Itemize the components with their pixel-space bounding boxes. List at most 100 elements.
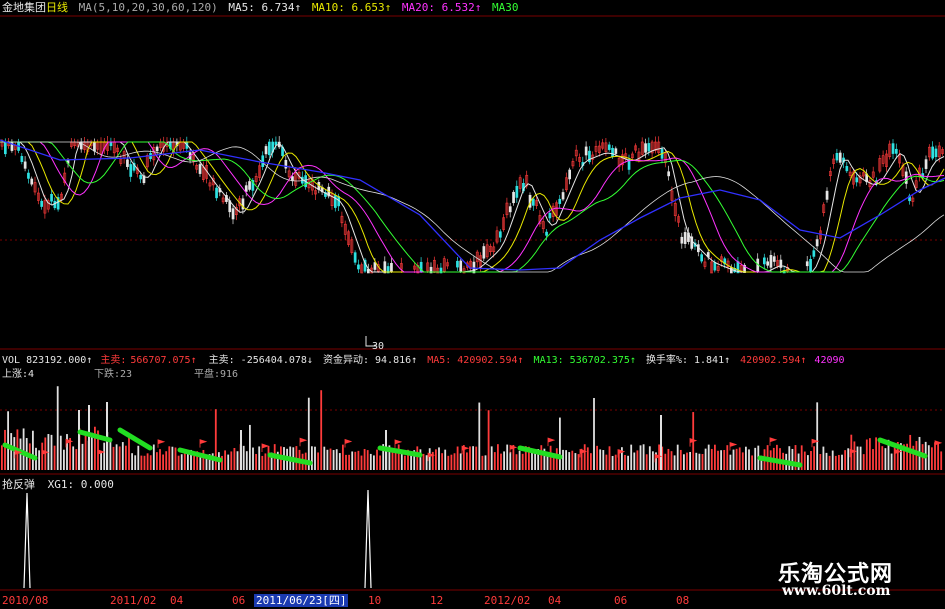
volume-bar	[689, 451, 691, 470]
candle-body	[644, 143, 647, 153]
candle-body	[456, 260, 459, 268]
volume-bar	[106, 402, 108, 470]
watermark-url: www.60lt.com	[782, 583, 891, 599]
chart-canvas[interactable]	[0, 0, 945, 609]
volume-bar	[441, 453, 443, 470]
volume-bar	[59, 435, 62, 470]
volume-bar	[125, 445, 127, 470]
volume-bar	[732, 449, 735, 470]
volume-ma-line	[757, 455, 803, 468]
date-label: 06	[232, 594, 246, 607]
candle-body	[139, 175, 143, 180]
signal-flag	[547, 437, 556, 447]
date-label: 08	[676, 594, 690, 607]
candle-body	[700, 254, 703, 262]
volume-bar	[90, 432, 93, 470]
candle-body	[545, 231, 548, 236]
breadth-flat: 平盘:916	[194, 369, 239, 380]
breadth-up: 上涨:4	[2, 369, 35, 380]
volume-bar	[549, 445, 552, 470]
candle-body	[264, 146, 268, 155]
candle-body	[667, 171, 670, 177]
date-label: 04	[548, 594, 562, 607]
volume-bar	[252, 447, 254, 470]
volume-bar	[202, 449, 205, 470]
volume-bar	[75, 449, 78, 470]
volume-bar	[515, 454, 518, 470]
ma5-value: MA5: 6.734↑	[228, 1, 302, 14]
volume-bar	[397, 444, 400, 470]
volume-bar	[149, 455, 152, 470]
volume-bar	[831, 450, 834, 470]
indicator-name[interactable]: 抢反弹	[2, 478, 35, 491]
volume-bar	[351, 451, 354, 470]
date-label: 04	[170, 594, 184, 607]
stock-name[interactable]: 金地集团	[2, 1, 46, 14]
volume-bar	[819, 454, 822, 470]
date-label: 06	[614, 594, 628, 607]
candle-body	[584, 146, 588, 156]
volume-bar	[255, 453, 257, 470]
volume-bar	[224, 450, 226, 470]
volume-bar	[428, 448, 431, 470]
volume-bar	[338, 453, 341, 470]
candle-body	[498, 231, 502, 238]
date-label: 10	[368, 594, 382, 607]
selected-date[interactable]: 2011/06/23[四]	[254, 594, 349, 607]
volume-bar	[419, 449, 422, 470]
volume-header: VOL 823192.000↑ 主卖: 566707.075↑ 主卖: -2564…	[2, 354, 845, 367]
volume-bar	[707, 444, 710, 470]
volume-bar	[869, 438, 871, 470]
vol-last2-value: 42090	[814, 355, 845, 366]
candle-body	[353, 252, 357, 263]
volume-bar	[487, 410, 490, 470]
volume-bar	[360, 455, 363, 470]
ma10-line	[0, 141, 945, 273]
volume-bar	[856, 446, 859, 470]
volume-bar	[776, 444, 778, 470]
candle-body	[459, 260, 463, 272]
volume-bar	[165, 451, 168, 470]
volume-bar	[611, 455, 614, 470]
candle-body	[23, 161, 27, 169]
volume-bar	[565, 450, 567, 470]
volume-bar	[608, 446, 611, 470]
volume-bar	[534, 453, 536, 470]
volume-bar	[748, 449, 750, 470]
volume-bar	[103, 442, 106, 470]
volume-ma-line	[877, 437, 928, 459]
volume-bar	[940, 451, 943, 470]
volume-bar	[357, 450, 360, 470]
volume-bar	[233, 447, 236, 470]
candle-body	[261, 155, 265, 167]
volume-bar	[88, 405, 90, 470]
volume-bar	[143, 455, 146, 470]
volume-bar	[881, 446, 884, 470]
volume-bar	[562, 449, 564, 470]
volume-bar	[171, 446, 174, 470]
volume-bar	[335, 449, 338, 470]
volume-bar	[345, 454, 347, 470]
signal-spike	[364, 489, 372, 589]
volume-bar	[314, 446, 316, 470]
period-label[interactable]: 日线	[46, 1, 68, 14]
volume-bar	[258, 446, 261, 470]
zhumai-label: 主卖:	[100, 355, 127, 366]
volume-bar	[400, 452, 403, 470]
candle-body	[357, 264, 360, 270]
candle-body	[383, 261, 387, 274]
volume-bar	[754, 447, 757, 470]
volume-bar	[741, 452, 744, 470]
candle-body	[155, 146, 159, 152]
volume-bar	[363, 448, 366, 470]
volume-bar	[602, 450, 605, 470]
candle-body	[825, 190, 829, 200]
volume-bar	[639, 445, 642, 470]
volume-bar	[701, 453, 704, 470]
candle-body	[531, 198, 535, 206]
volume-bar	[481, 455, 484, 470]
volume-bar	[69, 437, 71, 470]
volume-bar	[323, 446, 326, 470]
volume-bar	[261, 455, 264, 470]
volume-bar	[78, 410, 80, 470]
